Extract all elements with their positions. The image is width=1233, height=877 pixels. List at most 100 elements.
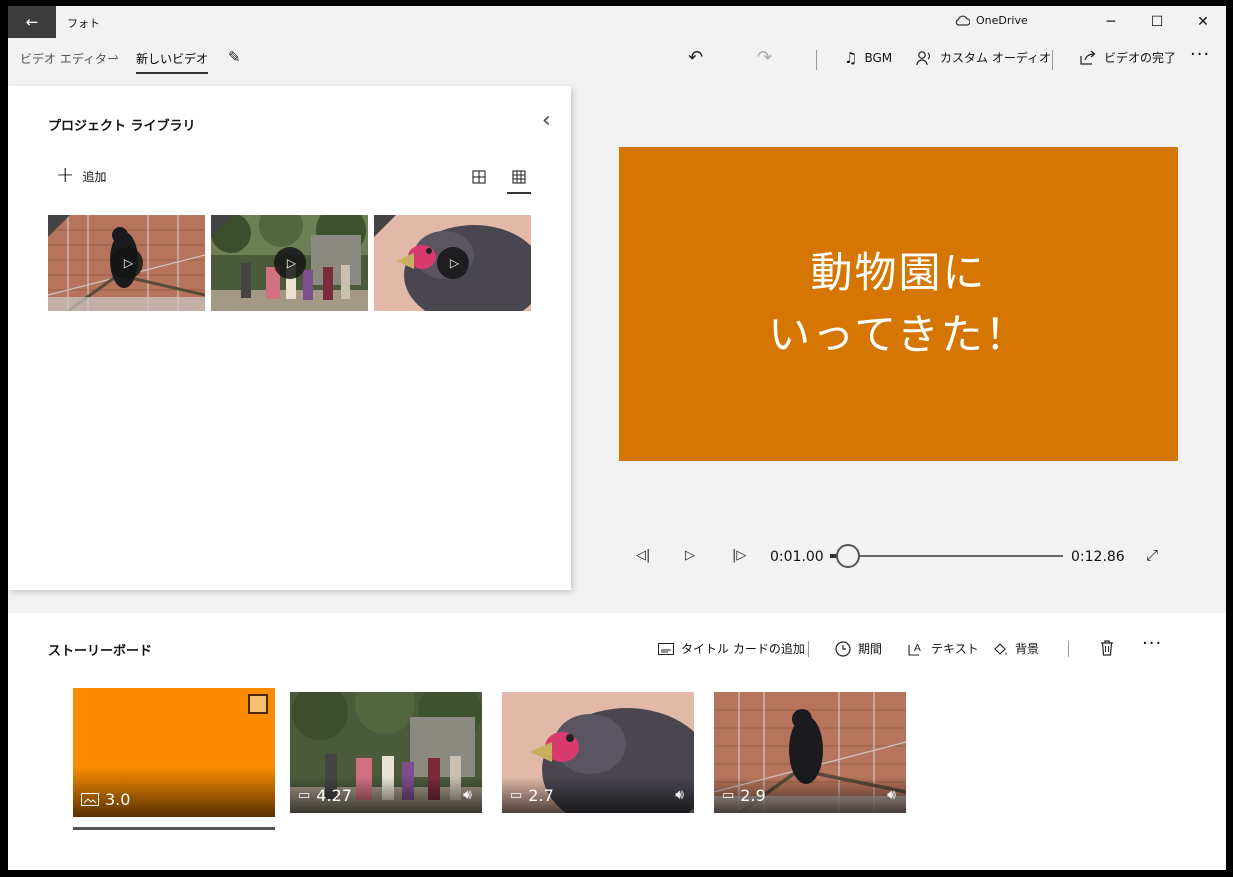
project-library-panel: プロジェクト ライブラリ ‹ + 追加 ▷ ▷ ▷ — [8, 86, 571, 590]
storyboard-clip-zoo-visitors[interactable]: ▭ 4.27 🔊︎ — [290, 692, 482, 813]
speaker-icon[interactable]: 🔊︎ — [675, 787, 684, 803]
seek-slider-thumb[interactable] — [836, 544, 861, 568]
large-grid-view-icon[interactable] — [472, 170, 486, 184]
next-frame-icon[interactable]: |▷ — [732, 548, 746, 563]
plus-icon: + — [56, 163, 75, 188]
music-note-icon: ♫ — [844, 49, 858, 67]
finish-video-label: ビデオの完了 — [1104, 51, 1177, 65]
film-strip-icon: ▭ — [722, 788, 735, 803]
image-clip-icon — [81, 793, 99, 806]
storyboard-clip-bird-cage[interactable]: ▭ 2.9 🔊︎ — [714, 692, 906, 813]
storyboard-panel: ストーリーボード タイトル カードの追加 期間 A テキスト 背景 ··· 3.… — [8, 613, 1226, 870]
fullscreen-expand-icon[interactable]: ⤢ — [1146, 546, 1158, 564]
bgm-label: BGM — [864, 51, 893, 65]
command-bar: ビデオ エディター › 新しいビデオ ✎ ↶ ↷ ♫ BGM カスタム オーディ… — [8, 38, 1226, 82]
play-icon: ▷ — [111, 247, 143, 279]
onedrive-label: OneDrive — [976, 14, 1028, 27]
duration-button[interactable]: 期間 — [835, 640, 882, 657]
clip-duration-value: 2.7 — [528, 786, 554, 805]
back-arrow-icon: ← — [25, 13, 39, 31]
clip-duration: ▭ 2.7 — [510, 786, 554, 805]
trash-icon[interactable] — [1100, 640, 1114, 656]
text-label: テキスト — [931, 642, 979, 656]
toolbar-divider — [1052, 50, 1053, 70]
previous-frame-icon[interactable]: ◁| — [636, 548, 650, 563]
clock-icon — [835, 640, 851, 657]
photos-app-window: ← フォト OneDrive ─ ☐ ✕ ビデオ エディター › 新しいビデオ … — [8, 6, 1226, 870]
clip-duration: ▭ 2.9 — [722, 786, 766, 805]
toolbar-divider — [816, 50, 817, 70]
play-button-icon[interactable]: ▷ — [685, 548, 695, 563]
clip-duration: 3.0 — [81, 790, 130, 809]
rename-pencil-icon[interactable]: ✎ — [228, 48, 241, 66]
background-button[interactable]: 背景 — [992, 640, 1039, 657]
text-icon: A — [908, 643, 921, 656]
close-button[interactable]: ✕ — [1180, 6, 1226, 38]
minimize-icon: ─ — [1106, 14, 1116, 30]
clip-duration-value: 2.9 — [740, 786, 766, 805]
video-corner-marker — [211, 215, 233, 237]
close-icon: ✕ — [1197, 14, 1209, 30]
small-grid-view-icon[interactable] — [512, 170, 526, 184]
storyboard-title: ストーリーボード — [48, 644, 153, 659]
library-item-bird-closeup[interactable]: ▷ — [374, 215, 531, 311]
clip-duration: ▭ 4.27 — [298, 786, 352, 805]
app-title: フォト — [67, 17, 100, 30]
svg-text:A: A — [914, 643, 921, 654]
maximize-icon: ☐ — [1150, 14, 1164, 30]
selected-clip-indicator — [73, 827, 275, 830]
clip-duration-value: 4.27 — [316, 786, 352, 805]
chevron-right-icon: › — [114, 50, 119, 64]
library-item-bird-cage[interactable]: ▷ — [48, 215, 205, 311]
speaker-icon[interactable]: 🔊︎ — [887, 787, 896, 803]
background-label: 背景 — [1015, 642, 1040, 656]
share-export-icon — [1080, 50, 1096, 65]
clip-checkbox[interactable] — [248, 694, 268, 714]
more-options-icon[interactable]: ··· — [1190, 44, 1210, 65]
breadcrumb-current-project: 新しいビデオ — [136, 50, 209, 74]
text-button[interactable]: A テキスト — [908, 640, 979, 657]
add-label: 追加 — [82, 169, 107, 184]
play-icon: ▷ — [274, 247, 306, 279]
play-icon: ▷ — [437, 247, 469, 279]
video-corner-marker — [48, 215, 70, 237]
storyboard-divider — [1068, 641, 1069, 657]
storyboard-clip-bird-closeup[interactable]: ▭ 2.7 🔊︎ — [502, 692, 694, 813]
duration-label: 期間 — [858, 642, 883, 656]
view-selected-indicator — [507, 192, 531, 194]
back-button[interactable]: ← — [8, 6, 56, 38]
custom-audio-button[interactable]: カスタム オーディオ — [916, 49, 1051, 66]
cloud-icon — [955, 15, 970, 26]
storyboard-clip-title-card[interactable]: 3.0 — [73, 688, 275, 817]
project-library-title: プロジェクト ライブラリ — [48, 119, 196, 134]
collapse-chevron-left-icon[interactable]: ‹ — [542, 108, 551, 133]
person-audio-icon — [916, 50, 930, 65]
film-strip-icon: ▭ — [298, 788, 311, 803]
finish-video-button[interactable]: ビデオの完了 — [1080, 49, 1176, 66]
redo-icon[interactable]: ↷ — [757, 47, 772, 68]
storyboard-divider — [808, 641, 809, 657]
bgm-button[interactable]: ♫ BGM — [844, 49, 892, 67]
current-time: 0:01.00 — [770, 549, 824, 565]
speaker-icon[interactable]: 🔊︎ — [463, 787, 472, 803]
video-corner-marker — [374, 215, 396, 237]
undo-icon[interactable]: ↶ — [688, 47, 703, 68]
minimize-button[interactable]: ─ — [1088, 6, 1134, 38]
maximize-button[interactable]: ☐ — [1134, 6, 1180, 38]
seek-slider[interactable] — [830, 544, 1063, 568]
video-preview: 動物園に いってきた！ — [619, 147, 1178, 461]
title-card-icon — [658, 642, 674, 655]
clip-duration-value: 3.0 — [105, 790, 131, 809]
film-strip-icon: ▭ — [510, 788, 523, 803]
custom-audio-label: カスタム オーディオ — [940, 51, 1051, 65]
storyboard-more-icon[interactable]: ··· — [1142, 633, 1162, 654]
breadcrumb-video-editor[interactable]: ビデオ エディター — [20, 50, 119, 67]
library-item-zoo-visitors[interactable]: ▷ — [211, 215, 368, 311]
add-title-card-button[interactable]: タイトル カードの追加 — [658, 640, 805, 657]
onedrive-button[interactable]: OneDrive — [954, 14, 1028, 27]
add-media-button[interactable]: + 追加 — [56, 163, 107, 188]
preview-title-text: 動物園に いってきた！ — [768, 248, 1029, 359]
add-title-card-label: タイトル カードの追加 — [681, 642, 805, 656]
paint-bucket-icon — [994, 642, 1007, 655]
title-bar: ← フォト OneDrive ─ ☐ ✕ — [8, 6, 1226, 38]
